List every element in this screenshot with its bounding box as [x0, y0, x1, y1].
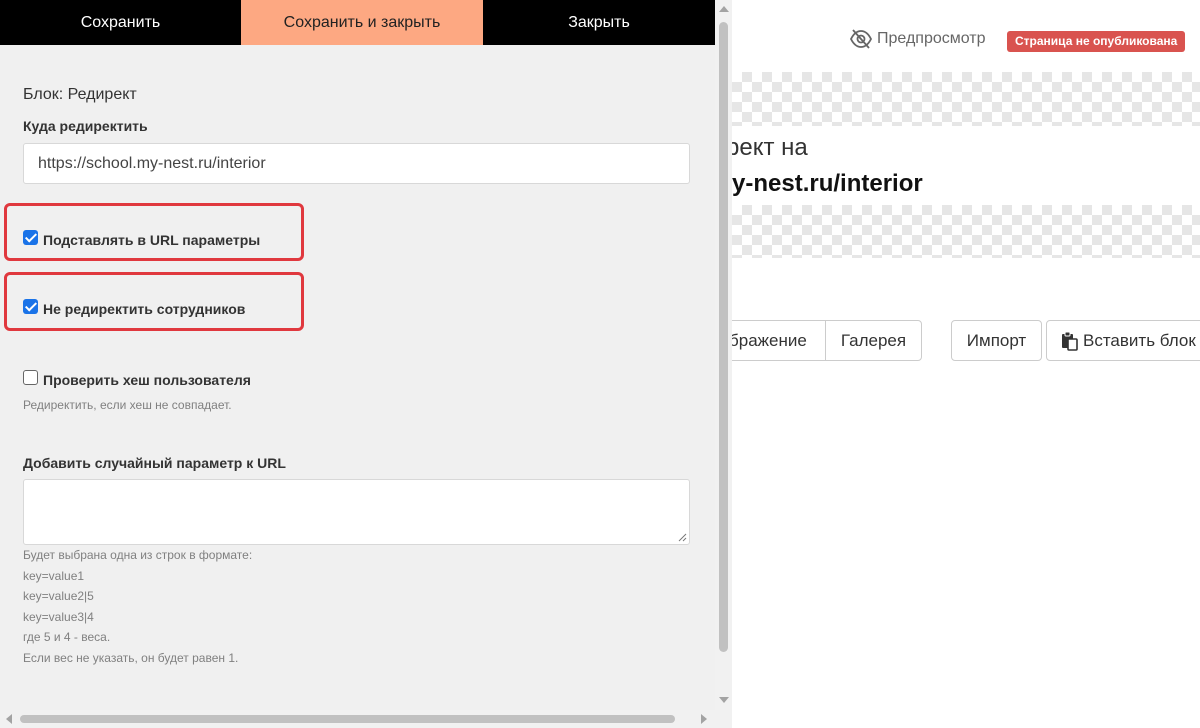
- redirect-to-label: Куда редиректить: [23, 118, 148, 134]
- hint-line: key=value1: [23, 568, 85, 583]
- import-button[interactable]: Импорт: [951, 320, 1042, 361]
- hint-line: где 5 и 4 - веса.: [23, 630, 111, 644]
- editor-panel: Сохранить Сохранить и закрыть Закрыть Бл…: [0, 0, 715, 710]
- scroll-right-icon[interactable]: [701, 714, 707, 724]
- add-gallery-label: Галерея: [840, 330, 907, 350]
- paste-block-button[interactable]: Вставить блок: [1046, 320, 1200, 361]
- horizontal-scrollbar[interactable]: [0, 710, 715, 728]
- scroll-up-icon[interactable]: [719, 6, 729, 12]
- status-badge: Страница не опубликована: [1007, 31, 1186, 52]
- horizontal-scroll-thumb[interactable]: [20, 715, 675, 723]
- save-button[interactable]: Сохранить: [0, 0, 241, 45]
- block-title: Блок: Редирект: [23, 86, 137, 103]
- scrollbar-corner: [715, 710, 732, 728]
- check-hash-row[interactable]: Проверить хеш пользователя: [23, 367, 251, 388]
- save-and-close-button[interactable]: Сохранить и закрыть: [241, 0, 483, 45]
- pass-url-params-row[interactable]: Подставлять в URL параметры: [23, 227, 260, 248]
- skip-staff-label[interactable]: Не редиректить сотрудников: [43, 301, 245, 317]
- skip-staff-row[interactable]: Не редиректить сотрудников: [23, 296, 245, 317]
- add-gallery-button[interactable]: Галерея: [825, 320, 922, 361]
- check-hash-checkbox[interactable]: [23, 370, 38, 385]
- redirect-preview-text: рект на: [732, 134, 808, 161]
- vertical-scroll-thumb[interactable]: [719, 22, 728, 652]
- redirect-url-input[interactable]: [23, 143, 690, 184]
- eye-slash-icon: [849, 29, 873, 49]
- preview-toggle[interactable]: Предпросмотр: [849, 29, 986, 49]
- skip-staff-checkbox[interactable]: [23, 299, 38, 314]
- pass-url-params-label[interactable]: Подставлять в URL параметры: [43, 232, 260, 248]
- random-param-textarea[interactable]: [23, 479, 690, 545]
- check-hash-label[interactable]: Проверить хеш пользователя: [43, 372, 251, 388]
- page-preview: Предпросмотр Страница не опубликована ре…: [732, 0, 1200, 728]
- add-image-button[interactable]: бражение: [732, 320, 826, 361]
- close-button[interactable]: Закрыть: [483, 0, 715, 45]
- pass-url-params-checkbox[interactable]: [23, 230, 38, 245]
- editor-toolbar: Сохранить Сохранить и закрыть Закрыть: [0, 0, 715, 45]
- check-hash-hint: Редиректить, если хеш не совпадает.: [23, 398, 232, 412]
- hint-line: Если вес не указать, он будет равен 1.: [23, 650, 239, 665]
- vertical-scrollbar[interactable]: [715, 0, 732, 710]
- clipboard-icon: [1062, 331, 1078, 351]
- hint-line: key=value2|5: [23, 589, 94, 603]
- scroll-left-icon[interactable]: [6, 714, 12, 724]
- scroll-down-icon[interactable]: [719, 697, 729, 703]
- add-image-label: бражение: [732, 330, 807, 350]
- hint-line: Будет выбрана одна из строк в формате:: [23, 548, 253, 562]
- random-param-hint: Будет выбрана одна из строк в формате: k…: [23, 545, 252, 668]
- paste-block-label: Вставить блок: [1083, 330, 1196, 350]
- redirect-preview-url: y-nest.ru/interior: [732, 170, 923, 197]
- transparent-placeholder: [732, 72, 1200, 126]
- import-label: Импорт: [966, 330, 1027, 350]
- hint-line: key=value3|4: [23, 609, 94, 624]
- random-param-label: Добавить случайный параметр к URL: [23, 455, 286, 471]
- preview-toggle-label: Предпросмотр: [877, 30, 986, 47]
- transparent-placeholder: [732, 205, 1200, 258]
- resize-grip-icon[interactable]: [678, 533, 687, 542]
